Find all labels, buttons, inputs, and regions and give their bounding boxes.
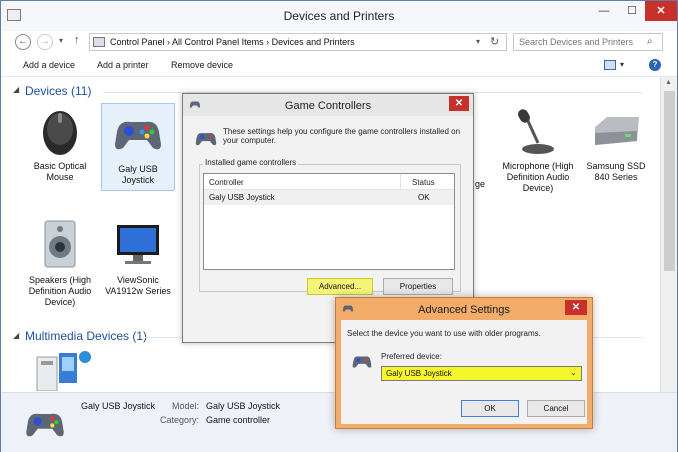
speaker-icon xyxy=(33,217,87,271)
table-row[interactable]: Galy USB Joystick OK xyxy=(204,190,454,205)
scroll-up-icon[interactable]: ▲ xyxy=(665,79,672,86)
device-label: Basic Optical Mouse xyxy=(33,161,87,182)
advanced-button[interactable]: Advanced... xyxy=(307,278,373,295)
column-header-status[interactable]: Status xyxy=(412,178,435,187)
search-input[interactable] xyxy=(519,37,644,47)
remove-device-button[interactable]: Remove device xyxy=(171,60,233,70)
advanced-settings-dialog: Advanced Settings ✕ Select the device yo… xyxy=(335,297,593,429)
add-printer-button[interactable]: Add a printer xyxy=(97,60,149,70)
help-icon[interactable]: ? xyxy=(649,59,661,71)
device-label: Galy USB Joystick xyxy=(118,164,158,185)
title-bar: Devices and Printers — ☐ ✕ xyxy=(1,1,677,31)
back-arrow-icon[interactable]: ← xyxy=(15,34,31,50)
dialog-title: Game Controllers xyxy=(284,100,372,112)
device-samsung-ssd[interactable]: Samsung SSD 840 Series xyxy=(579,103,653,183)
control-panel-icon xyxy=(93,37,105,47)
preferred-device-select[interactable]: Galy USB Joystick ⌄ xyxy=(381,366,582,381)
device-label: Speakers (High Definition Audio Device) xyxy=(28,275,92,307)
microphone-icon xyxy=(511,103,565,157)
view-dropdown-icon[interactable]: ▾ xyxy=(620,60,624,69)
dialog-title-bar: Advanced Settings ✕ xyxy=(336,298,592,320)
refresh-icon[interactable]: ↻ xyxy=(490,35,499,48)
gamepad-icon xyxy=(193,126,219,150)
select-value: Galy USB Joystick xyxy=(386,369,452,378)
minimize-button[interactable]: — xyxy=(591,1,617,21)
properties-button[interactable]: Properties xyxy=(383,278,453,295)
close-button[interactable]: ✕ xyxy=(645,1,677,21)
column-header-controller[interactable]: Controller xyxy=(209,178,244,187)
vertical-scrollbar[interactable]: ▲ xyxy=(660,77,677,392)
up-arrow-icon[interactable]: ↑ xyxy=(74,34,80,46)
media-device-icon[interactable] xyxy=(33,347,93,392)
gamepad-icon xyxy=(21,401,69,445)
gamepad-icon xyxy=(349,350,375,372)
dialog-title: Advanced Settings xyxy=(418,304,510,316)
device-label: ViewSonic VA1912w Series xyxy=(105,275,171,296)
dialog-title-bar: Game Controllers ✕ xyxy=(183,94,473,116)
window-title: Devices and Printers xyxy=(283,9,395,23)
list-header: Controller Status xyxy=(204,174,454,190)
controller-cell: Galy USB Joystick xyxy=(209,193,275,202)
address-bar[interactable]: Control Panel › All Control Panel Items … xyxy=(89,33,507,51)
device-label-partial[interactable]: ge xyxy=(475,179,485,189)
ok-button[interactable]: OK xyxy=(461,400,519,417)
details-category-label: Category: xyxy=(159,415,199,425)
status-cell: OK xyxy=(418,193,430,202)
view-options-icon[interactable] xyxy=(604,60,616,70)
details-model-value: Galy USB Joystick xyxy=(206,401,281,411)
device-label: Microphone (High Definition Audio Device… xyxy=(502,161,574,193)
device-label: Samsung SSD 840 Series xyxy=(586,161,646,182)
controller-list[interactable]: Controller Status Galy USB Joystick OK xyxy=(203,173,455,270)
details-category-value: Game controller xyxy=(206,415,271,425)
dialog-description: Select the device you want to use with o… xyxy=(347,329,541,338)
gamepad-icon xyxy=(111,106,165,160)
recent-dropdown-icon[interactable]: ▾ xyxy=(59,36,63,45)
device-speakers[interactable]: Speakers (High Definition Audio Device) xyxy=(23,217,97,308)
device-basic-optical-mouse[interactable]: Basic Optical Mouse xyxy=(23,103,97,183)
drive-icon xyxy=(589,103,643,157)
maximize-button[interactable]: ☐ xyxy=(619,1,645,21)
scroll-thumb[interactable] xyxy=(664,91,675,271)
mouse-icon xyxy=(33,103,87,157)
device-galy-usb-joystick[interactable]: Galy USB Joystick xyxy=(101,103,175,191)
add-device-button[interactable]: Add a device xyxy=(23,60,75,70)
details-device-name: Galy USB Joystick xyxy=(81,401,156,411)
device-microphone[interactable]: Microphone (High Definition Audio Device… xyxy=(501,103,575,194)
device-viewsonic-monitor[interactable]: ViewSonic VA1912w Series xyxy=(101,217,175,297)
collapse-chevron-icon[interactable]: ◢ xyxy=(13,85,19,94)
search-icon[interactable]: ⌕ xyxy=(647,36,653,47)
column-divider xyxy=(400,174,401,190)
dialog-description: These settings help you configure the ga… xyxy=(223,127,461,145)
close-button[interactable]: ✕ xyxy=(449,96,469,111)
devices-group-title[interactable]: Devices (11) xyxy=(25,84,91,98)
address-row: ← → ▾ ↑ Control Panel › All Control Pane… xyxy=(1,31,677,53)
preferred-device-label: Preferred device: xyxy=(381,352,442,361)
monitor-icon xyxy=(111,217,165,271)
details-model-label: Model: xyxy=(171,401,199,411)
multimedia-group-title[interactable]: Multimedia Devices (1) xyxy=(25,329,147,343)
forward-arrow-icon[interactable]: → xyxy=(37,34,53,50)
dialog-body: Select the device you want to use with o… xyxy=(341,320,587,424)
search-box[interactable]: ⌕ xyxy=(513,33,663,51)
breadcrumb[interactable]: Control Panel › All Control Panel Items … xyxy=(110,37,355,47)
chevron-down-icon[interactable]: ⌄ xyxy=(570,368,577,377)
address-dropdown-icon[interactable]: ▾ xyxy=(476,37,480,46)
group-label: Installed game controllers xyxy=(203,158,299,167)
close-button[interactable]: ✕ xyxy=(565,300,587,315)
cancel-button[interactable]: Cancel xyxy=(527,400,585,417)
command-bar: Add a device Add a printer Remove device… xyxy=(1,53,677,77)
collapse-chevron-icon[interactable]: ◢ xyxy=(13,331,19,340)
